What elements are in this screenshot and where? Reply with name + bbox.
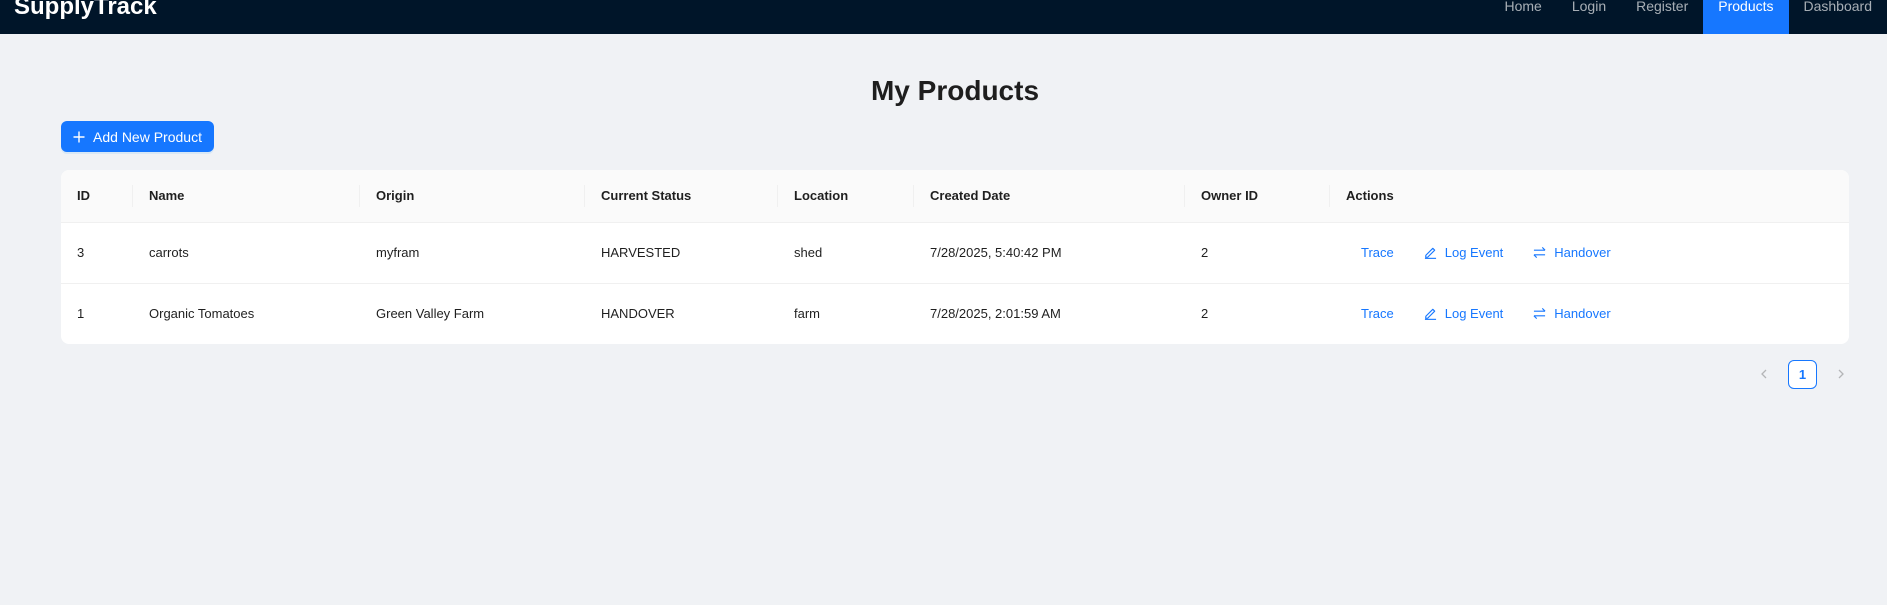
cell-location: farm [794, 306, 820, 322]
log-event-button[interactable]: Log Event [1409, 302, 1519, 325]
nav-menu: Home Login Register Products Dashboard [1489, 0, 1887, 34]
column-header-name: Name [133, 170, 360, 223]
cell-owner-id: 2 [1201, 306, 1209, 322]
cell-owner-id: 2 [1185, 222, 1330, 284]
edit-icon [1424, 247, 1436, 259]
cell-status: HANDOVER [601, 306, 675, 322]
cell-actions: Trace Log Event Handover [1330, 222, 1849, 284]
log-event-label: Log Event [1444, 245, 1504, 260]
table-row: 1 Organic Tomatoes Green Valley Farm HAN… [61, 283, 1849, 344]
trace-button[interactable]: Trace [1346, 241, 1409, 264]
table-header-row: ID Name Origin Current Status Location C… [61, 170, 1849, 223]
nav-item-login[interactable]: Login [1557, 0, 1621, 34]
cell-id: 3 [61, 222, 133, 284]
cell-origin: myfram [360, 222, 585, 284]
trace-label: Trace [1361, 306, 1394, 322]
cell-name: Organic Tomatoes [149, 306, 255, 322]
products-table: ID Name Origin Current Status Location C… [61, 170, 1849, 344]
nav-item-dashboard[interactable]: Dashboard [1789, 0, 1887, 34]
prev-page-button[interactable] [1748, 359, 1780, 389]
nav-item-register[interactable]: Register [1621, 0, 1703, 34]
handover-button[interactable]: Handover [1518, 241, 1625, 264]
column-header-origin: Origin [360, 170, 585, 223]
page-number-button[interactable]: 1 [1788, 359, 1817, 389]
cell-status: HARVESTED [585, 222, 778, 284]
trace-label: Trace [1361, 245, 1394, 260]
log-event-label: Log Event [1444, 306, 1504, 322]
column-header-actions: Actions [1330, 170, 1849, 223]
cell-actions: Trace Log Event Handover [1330, 283, 1849, 344]
column-header-owner-id: Owner ID [1185, 170, 1330, 223]
cell-id: 1 [77, 306, 85, 322]
chevron-left-icon [1761, 369, 1767, 379]
handover-button[interactable]: Handover [1518, 302, 1625, 325]
table-row: 3 carrots myfram HARVESTED shed 7/28/202… [61, 222, 1849, 284]
next-page-button[interactable] [1825, 359, 1857, 389]
column-header-id: ID [61, 170, 133, 223]
cell-origin: Green Valley Farm [376, 306, 485, 322]
trace-button[interactable]: Trace [1346, 302, 1409, 325]
cell-location: shed [778, 222, 914, 284]
nav-item-products[interactable]: Products [1703, 0, 1789, 34]
column-header-location: Location [778, 170, 914, 223]
nav-item-home[interactable]: Home [1489, 0, 1556, 34]
cell-created-date: 7/28/2025, 2:01:59 AM [930, 306, 1061, 322]
page-title: My Products [870, 75, 1040, 106]
log-event-button[interactable]: Log Event [1409, 241, 1519, 264]
handover-label: Handover [1554, 245, 1611, 260]
app-logo[interactable]: SupplyTrack [14, 0, 157, 21]
chevron-right-icon [1838, 369, 1844, 379]
plus-icon [73, 131, 85, 142]
cell-created-date: 7/28/2025, 5:40:42 PM [914, 222, 1185, 284]
add-new-product-button[interactable]: Add New Product [61, 121, 214, 152]
cell-name: carrots [133, 222, 360, 284]
edit-icon [1424, 309, 1436, 321]
swap-icon [1533, 246, 1546, 259]
handover-label: Handover [1554, 306, 1611, 322]
column-header-created-date: Created Date [914, 170, 1185, 223]
top-navbar: SupplyTrack Home Login Register Products… [0, 0, 1887, 34]
swap-icon [1533, 308, 1546, 320]
pagination: 1 [1748, 359, 1857, 389]
add-new-product-label: Add New Product [93, 128, 202, 145]
column-header-status: Current Status [585, 170, 778, 223]
